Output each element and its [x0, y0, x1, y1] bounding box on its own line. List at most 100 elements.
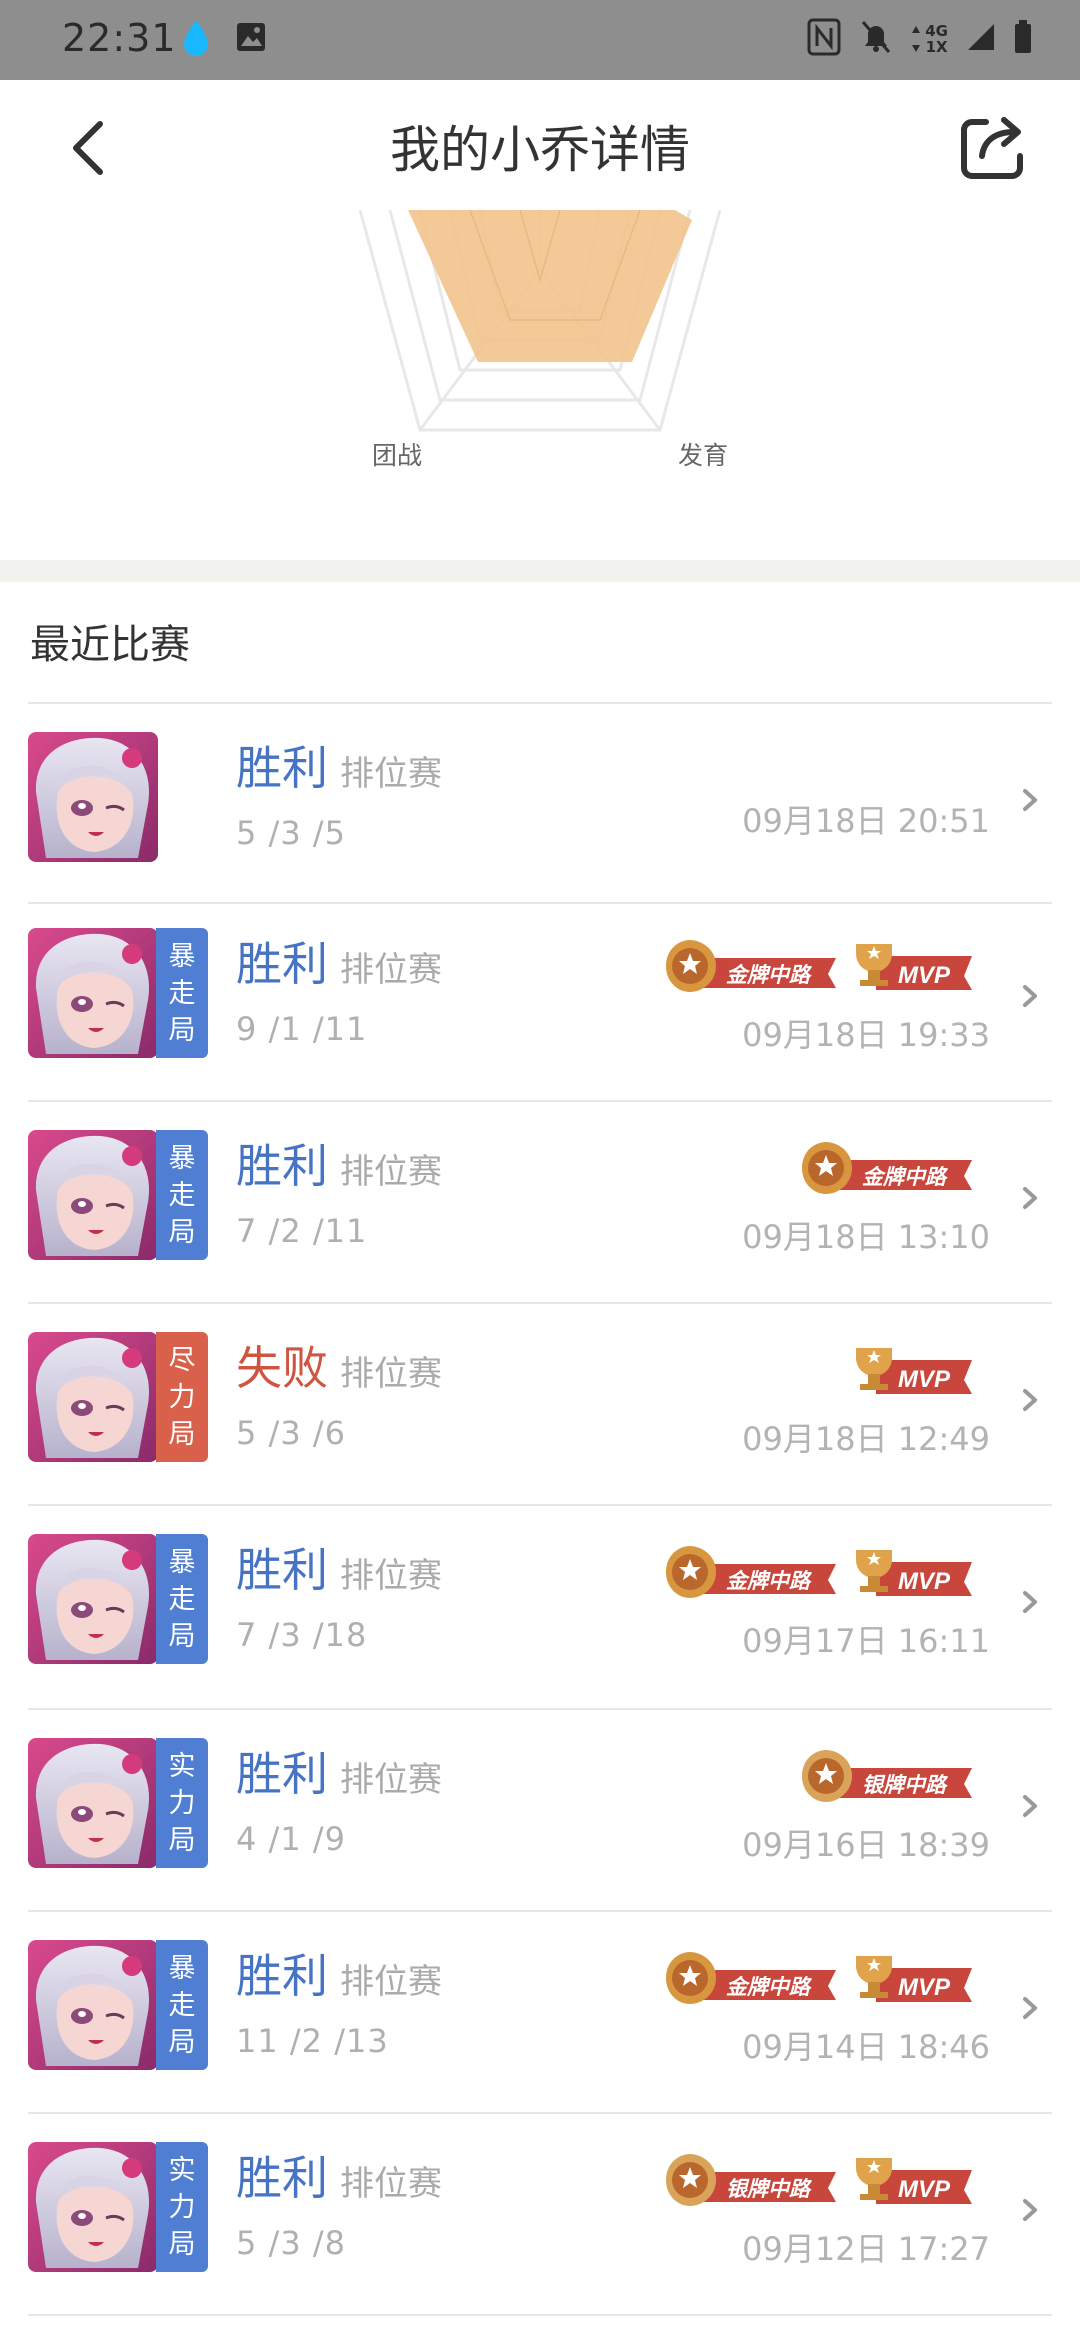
- mode-tag-label: 暴走局: [168, 940, 196, 1046]
- gallery-icon: [236, 22, 266, 56]
- mode-tag: 暴走局: [156, 1130, 208, 1260]
- chevron-right-icon: [1020, 1184, 1040, 1216]
- silver-mid-badge: 银牌中路: [796, 1748, 976, 1808]
- silver-mid-badge: 银牌中路: [660, 2152, 840, 2212]
- honor-badges: MVP: [846, 1342, 976, 1402]
- kda-stats: 5 /3 /6: [236, 1414, 346, 1452]
- match-result: 失败: [236, 1341, 328, 1395]
- mvp-badge: MVP: [846, 1950, 976, 2010]
- share-icon: [961, 117, 1023, 179]
- chevron-right-icon: [1020, 982, 1040, 1014]
- svg-text:银牌中路: 银牌中路: [726, 2177, 813, 2201]
- match-type: 排位赛: [340, 754, 442, 794]
- mode-tag: 暴走局: [156, 1940, 208, 2070]
- svg-text:金牌中路: 金牌中路: [726, 1569, 813, 1593]
- svg-text:银牌中路: 银牌中路: [862, 1773, 949, 1797]
- match-datetime: 09月18日 19:33: [742, 1016, 990, 1054]
- kda-stats: 5 /3 /5: [236, 814, 346, 852]
- match-result: 胜利: [236, 937, 328, 991]
- gold-mid-badge: 金牌中路: [660, 1950, 840, 2010]
- chevron-right-icon: [1020, 1588, 1040, 1620]
- match-type: 排位赛: [340, 1556, 442, 1596]
- match-row[interactable]: 胜利 排位赛 5 /3 /5 09月18日 20:51: [0, 704, 1080, 904]
- page-title: 我的小乔详情: [390, 121, 690, 179]
- share-button[interactable]: [958, 112, 1028, 182]
- kda-stats: 4 /1 /9: [236, 1820, 346, 1858]
- match-datetime: 09月17日 16:11: [742, 1622, 990, 1660]
- svg-text:MVP: MVP: [898, 2176, 951, 2203]
- signal-icon: [966, 22, 996, 56]
- svg-text:MVP: MVP: [898, 1974, 951, 2001]
- mvp-badge: MVP: [846, 2152, 976, 2212]
- hero-avatar: [28, 732, 158, 862]
- hero-avatar: [28, 1332, 158, 1462]
- radar-label-farming: 发育: [678, 441, 729, 470]
- hero-avatar: [28, 1738, 158, 1868]
- status-time: 22:31: [62, 16, 177, 60]
- kda-stats: 11 /2 /13: [236, 2022, 389, 2060]
- match-type: 排位赛: [340, 1354, 442, 1394]
- mode-tag: 实力局: [156, 1738, 208, 1868]
- divider: [28, 2314, 1052, 2316]
- chevron-right-icon: [1020, 2196, 1040, 2228]
- match-row[interactable]: 暴走局 胜利 排位赛 7 /2 /11 09月18日 13:10 金牌中路: [0, 1102, 1080, 1302]
- kda-stats: 9 /1 /11: [236, 1010, 368, 1048]
- recent-matches-title: 最近比赛: [30, 622, 190, 668]
- match-type: 排位赛: [340, 950, 442, 990]
- match-result: 胜利: [236, 741, 328, 795]
- mode-tag-label: 实力局: [168, 1750, 196, 1856]
- status-icons: 4G 1X: [807, 18, 1032, 60]
- ability-radar: 团战 发育: [0, 209, 1080, 560]
- svg-text:金牌中路: 金牌中路: [726, 1975, 813, 1999]
- app-header: 我的小乔详情: [0, 80, 1080, 210]
- match-result: 胜利: [236, 2151, 328, 2205]
- mode-tag: 实力局: [156, 2142, 208, 2272]
- radar-area: [408, 210, 692, 362]
- chevron-right-icon: [1020, 1386, 1040, 1418]
- honor-badges: 金牌中路 MVP: [660, 938, 976, 998]
- match-type: 排位赛: [340, 1152, 442, 1192]
- match-type: 排位赛: [340, 1962, 442, 2002]
- match-row[interactable]: 暴走局 胜利 排位赛 7 /3 /18 09月17日 16:11 金牌中路 MVP: [0, 1506, 1080, 1706]
- mode-tag-label: 尽力局: [168, 1344, 196, 1450]
- section-gap: [0, 560, 1080, 582]
- mvp-badge: MVP: [846, 1544, 976, 1604]
- nfc-icon: [807, 18, 841, 60]
- svg-text:金牌中路: 金牌中路: [726, 963, 813, 987]
- mode-tag-label: 实力局: [168, 2154, 196, 2260]
- radar-chart: [358, 209, 722, 432]
- radar-label-teamfight: 团战: [372, 441, 423, 470]
- gold-mid-badge: 金牌中路: [660, 938, 840, 998]
- hero-avatar: [28, 928, 158, 1058]
- match-row[interactable]: 尽力局 失败 排位赛 5 /3 /6 09月18日 12:49 MVP: [0, 1304, 1080, 1504]
- match-datetime: 09月18日 20:51: [742, 802, 990, 840]
- network-type-bottom: 1X: [925, 38, 948, 56]
- kda-stats: 7 /3 /18: [236, 1616, 368, 1654]
- water-drop-icon: [180, 18, 212, 62]
- match-type: 排位赛: [340, 1760, 442, 1800]
- match-row[interactable]: 实力局 胜利 排位赛 4 /1 /9 09月16日 18:39 银牌中路: [0, 1710, 1080, 1910]
- kda-stats: 7 /2 /11: [236, 1212, 368, 1250]
- svg-text:MVP: MVP: [898, 1366, 951, 1393]
- match-row[interactable]: 实力局 胜利 排位赛 5 /3 /8 09月12日 17:27 银牌中路 MVP: [0, 2114, 1080, 2314]
- hero-avatar: [28, 1534, 158, 1664]
- hero-avatar: [28, 1130, 158, 1260]
- svg-text:MVP: MVP: [898, 962, 951, 989]
- match-result: 胜利: [236, 1949, 328, 2003]
- match-datetime: 09月12日 17:27: [742, 2230, 990, 2268]
- match-row[interactable]: 暴走局 胜利 排位赛 11 /2 /13 09月14日 18:46 金牌中路 MVP: [0, 1912, 1080, 2112]
- match-datetime: 09月16日 18:39: [742, 1826, 990, 1864]
- match-row[interactable]: 暴走局 胜利 排位赛 9 /1 /11 09月18日 19:33 金牌中路 MVP: [0, 900, 1080, 1100]
- status-bar: 22:31 4G 1X: [0, 0, 1080, 80]
- honor-badges: 银牌中路: [796, 1748, 976, 1808]
- match-result: 胜利: [236, 1139, 328, 1193]
- chevron-right-icon: [1020, 786, 1040, 818]
- match-datetime: 09月18日 12:49: [742, 1420, 990, 1458]
- network-indicator: 4G 1X: [911, 23, 948, 55]
- match-result: 胜利: [236, 1543, 328, 1597]
- mvp-badge: MVP: [846, 1342, 976, 1402]
- kda-stats: 5 /3 /8: [236, 2224, 346, 2262]
- mode-tag: 暴走局: [156, 928, 208, 1058]
- svg-text:金牌中路: 金牌中路: [862, 1165, 949, 1189]
- mode-tag: 暴走局: [156, 1534, 208, 1664]
